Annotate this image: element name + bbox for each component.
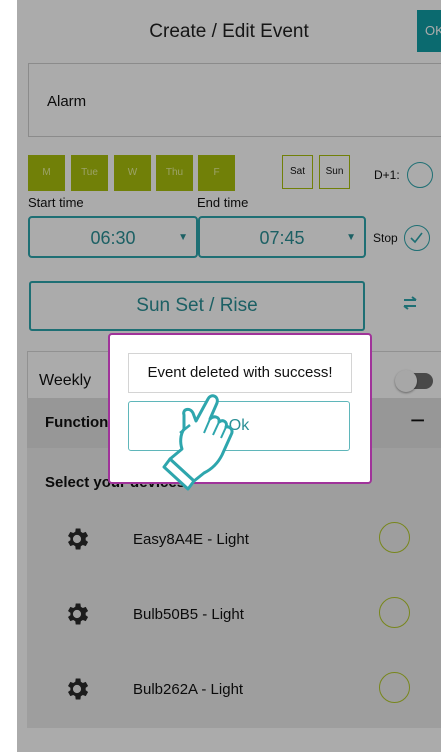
tap-hand-icon — [162, 394, 234, 491]
dialog-message: Event deleted with success! — [147, 364, 333, 381]
